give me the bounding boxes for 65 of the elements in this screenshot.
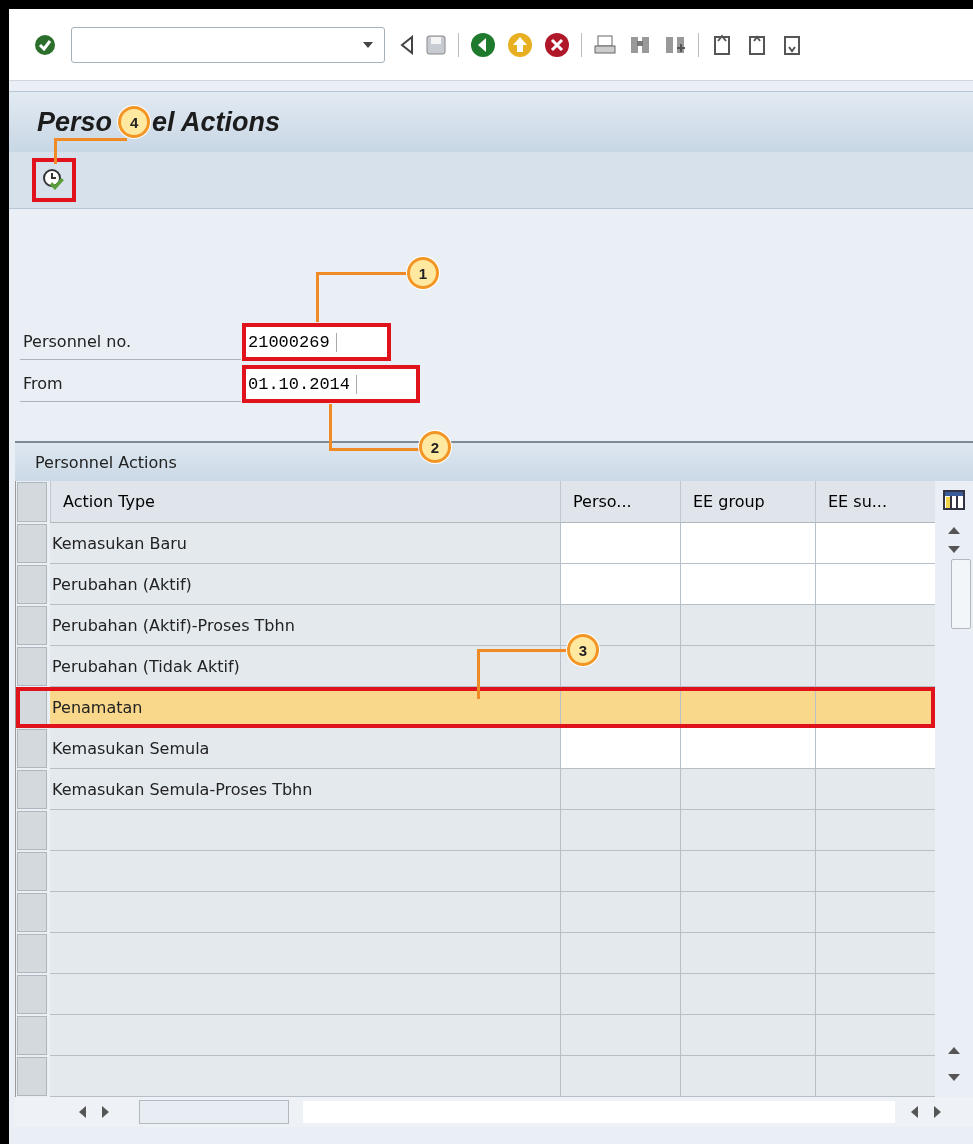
table-row[interactable]: [16, 1056, 936, 1097]
column-header[interactable]: EE su...: [815, 481, 935, 523]
table-row[interactable]: [16, 810, 936, 851]
table-cell: Perubahan (Tidak Aktif): [50, 646, 560, 687]
clock-check-icon: [42, 168, 66, 192]
print-icon[interactable]: [593, 33, 617, 56]
screen-title: el Actions: [152, 106, 281, 138]
table-cell: Perubahan (Aktif)-Proses Tbhn: [50, 605, 560, 646]
table-row[interactable]: Kemasukan Semula-Proses Tbhn: [16, 769, 936, 810]
column-header[interactable]: Action Type: [50, 481, 560, 523]
row-selector[interactable]: [17, 688, 47, 727]
input-field[interactable]: 01.10.2014: [242, 365, 420, 403]
callout-marker: 4: [118, 106, 151, 138]
scroll-up-icon[interactable]: [947, 525, 961, 535]
row-selector[interactable]: [17, 893, 47, 932]
input-field[interactable]: 21000269: [242, 323, 391, 361]
back-triangle-icon[interactable]: [400, 34, 414, 55]
column-settings-icon[interactable]: [943, 489, 965, 511]
scroll-down-icon[interactable]: [947, 1073, 961, 1083]
row-selector[interactable]: [17, 934, 47, 973]
scroll-up-icon[interactable]: [947, 1045, 961, 1055]
cancel-icon[interactable]: [544, 31, 570, 58]
table-row[interactable]: [16, 851, 936, 892]
table-cell: Kemasukan Baru: [50, 523, 560, 564]
checkmark-icon[interactable]: [34, 33, 56, 56]
scroll-right-icon[interactable]: [101, 1105, 111, 1119]
scroll-down-icon[interactable]: [947, 545, 961, 555]
table-row[interactable]: Penamatan: [16, 687, 936, 728]
field-label: Personnel no.: [20, 324, 241, 360]
screen-title: Perso: [37, 106, 113, 138]
row-selector[interactable]: [17, 811, 47, 850]
scroll-left-icon[interactable]: [909, 1105, 919, 1119]
row-selector[interactable]: [17, 1057, 47, 1096]
execute-button[interactable]: [32, 158, 76, 202]
field-label: From: [20, 366, 241, 402]
scroll-thumb[interactable]: [951, 559, 971, 629]
scroll-right-icon[interactable]: [933, 1105, 943, 1119]
row-selector[interactable]: [17, 770, 47, 809]
table-row[interactable]: Kemasukan Baru: [16, 523, 936, 564]
scroll-left-icon[interactable]: [77, 1105, 87, 1119]
table-row[interactable]: [16, 892, 936, 933]
table-row[interactable]: [16, 933, 936, 974]
table-cell: Perubahan (Aktif): [50, 564, 560, 605]
save-icon[interactable]: [425, 33, 447, 56]
table-cell: Kemasukan Semula-Proses Tbhn: [50, 769, 560, 810]
table-row[interactable]: Kemasukan Semula: [16, 728, 936, 769]
row-selector[interactable]: [17, 975, 47, 1014]
table-cell: Kemasukan Semula: [50, 728, 560, 769]
row-selector[interactable]: [17, 565, 47, 604]
table-row[interactable]: [16, 974, 936, 1015]
command-field[interactable]: [71, 26, 385, 63]
row-selector[interactable]: [17, 852, 47, 891]
row-selector[interactable]: [17, 729, 47, 768]
column-header[interactable]: Perso...: [560, 481, 680, 523]
row-selector[interactable]: [17, 524, 47, 563]
table-row[interactable]: [16, 1015, 936, 1056]
table-row[interactable]: Perubahan (Aktif): [16, 564, 936, 605]
scroll-thumb[interactable]: [139, 1100, 289, 1124]
select-all-cell[interactable]: [17, 482, 47, 522]
row-selector[interactable]: [17, 647, 47, 686]
dropdown-arrow-icon[interactable]: [362, 40, 374, 49]
table-row[interactable]: Perubahan (Aktif)-Proses Tbhn: [16, 605, 936, 646]
row-selector[interactable]: [17, 1016, 47, 1055]
column-header[interactable]: EE group: [680, 481, 815, 523]
row-selector[interactable]: [17, 606, 47, 645]
